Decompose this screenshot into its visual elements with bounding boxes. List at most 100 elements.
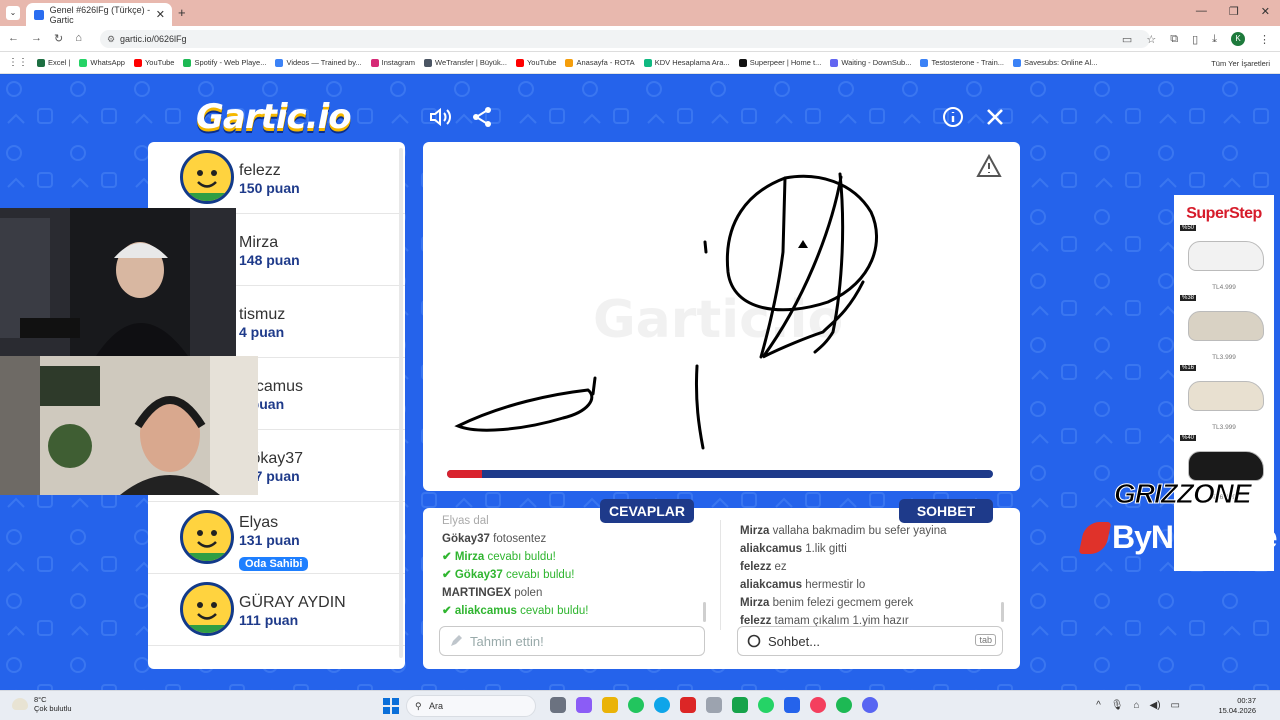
share-icon[interactable]: [470, 105, 494, 129]
guess-input[interactable]: Tahmin ettin!: [439, 626, 705, 656]
tab-close-icon[interactable]: ✕: [156, 8, 165, 21]
answers-scrollbar[interactable]: [703, 602, 706, 622]
weather-widget[interactable]: 8°C Çok bulutlu: [12, 695, 72, 713]
bookmark-item[interactable]: YouTube: [515, 58, 556, 67]
superstep-ad[interactable]: SuperStep %50 TL4.999 %38 TL3.999 %16 TL3.999…: [1174, 195, 1274, 571]
gartic-logo[interactable]: Gartic.io: [196, 97, 352, 137]
nav-buttons: ← → ↻ ⌂: [8, 32, 82, 45]
tray-chevron-icon[interactable]: ^: [1096, 700, 1101, 711]
download-icon[interactable]: ⤓: [1212, 33, 1217, 46]
edge-icon[interactable]: [654, 697, 670, 713]
exit-room-icon[interactable]: [983, 105, 1007, 129]
bookmark-item[interactable]: YouTube: [133, 58, 174, 67]
chrome-icon[interactable]: [628, 697, 644, 713]
back-icon[interactable]: ←: [8, 32, 19, 45]
spotify-icon[interactable]: [836, 697, 852, 713]
restore-icon[interactable]: ❐: [1229, 5, 1239, 18]
player-row[interactable]: felezz 150 puan: [148, 142, 405, 214]
ad-product[interactable]: %16 TL3.999: [1180, 365, 1268, 433]
cast-icon[interactable]: ▭: [1122, 33, 1132, 46]
bookmark-item[interactable]: Instagram: [370, 58, 415, 67]
apps-grid-icon[interactable]: ⋮⋮: [8, 57, 28, 68]
star-icon[interactable]: ☆: [1146, 33, 1156, 46]
all-bookmarks-link[interactable]: Tüm Yer İşaretleri: [1205, 59, 1270, 68]
battery-icon[interactable]: ▭: [1171, 700, 1180, 711]
message-user: felezz: [740, 561, 772, 573]
bookmark-item[interactable]: KDV Hesaplama Ara...: [643, 58, 730, 67]
chat-input[interactable]: Sohbet... tab: [737, 626, 1003, 656]
bookmark-label: WhatsApp: [90, 58, 125, 67]
minimize-icon[interactable]: —: [1196, 5, 1207, 18]
shoe-image: [1188, 381, 1264, 411]
bookmark-item[interactable]: Waiting - DownSub...: [830, 58, 911, 67]
webcam-overlay-top: [0, 208, 236, 356]
pencil-icon: [451, 635, 462, 646]
webcam-guest-image: [0, 356, 258, 495]
player-row[interactable]: GÜRAY AYDIN 111 puan: [148, 574, 405, 646]
ad-product[interactable]: %38 TL3.999: [1180, 295, 1268, 363]
profile-avatar[interactable]: K: [1231, 32, 1245, 46]
url-input[interactable]: ⚙ gartic.io/0626lFg: [100, 30, 1150, 48]
message-text: vallaha bakmadim bu sefer yayina: [772, 525, 947, 537]
bookmark-item[interactable]: Testosterone - Train...: [920, 58, 1004, 67]
file-explorer-icon[interactable]: [602, 697, 618, 713]
app-icon[interactable]: [810, 697, 826, 713]
bookmark-label: Superpeer | Home t...: [749, 58, 822, 67]
gartic-favicon-icon: [34, 9, 44, 20]
bookmark-label: Excel |: [48, 58, 71, 67]
windows-start-icon[interactable]: [383, 698, 399, 714]
message-text: cevabı buldu!: [487, 551, 556, 563]
bookmark-item[interactable]: Excel |: [37, 58, 70, 67]
copilot-icon[interactable]: [576, 697, 592, 713]
calculator-icon[interactable]: [706, 697, 722, 713]
taskbar-search[interactable]: ⚲ Ara: [406, 695, 536, 717]
bookmark-item[interactable]: WhatsApp: [79, 58, 125, 67]
browser-tab[interactable]: Genel #626lFg (Türkçe) - Gartic ✕: [26, 3, 172, 26]
chat-message: felezz ez: [740, 558, 1000, 576]
home-icon[interactable]: ⌂: [75, 32, 82, 45]
bookmark-item[interactable]: Spotify - Web Playe...: [183, 58, 266, 67]
settings-icon[interactable]: [784, 697, 800, 713]
bookmark-label: Testosterone - Train...: [931, 58, 1005, 67]
taskbar-clock[interactable]: 00:37 15.04.2026: [1218, 696, 1256, 716]
tab-search-icon[interactable]: ⌄: [6, 6, 20, 20]
bookmark-item[interactable]: Videos — Trained by...: [275, 58, 362, 67]
bookmark-label: Instagram: [381, 58, 415, 67]
task-view-icon[interactable]: [550, 697, 566, 713]
sound-icon[interactable]: [428, 105, 452, 129]
menu-icon[interactable]: ⋮: [1259, 33, 1270, 46]
volume-icon[interactable]: ◀): [1150, 700, 1161, 711]
chat-scrollbar[interactable]: [1001, 602, 1004, 622]
bookmark-item[interactable]: Anasayfa - ROTA: [565, 58, 635, 67]
player-name: Elyas: [239, 514, 279, 531]
ad-product[interactable]: %50 TL4.999: [1180, 225, 1268, 293]
netflix-icon[interactable]: [680, 697, 696, 713]
network-icon[interactable]: ⌂: [1133, 700, 1139, 711]
player-points: 131 puan: [239, 532, 300, 548]
whatsapp-icon[interactable]: [758, 697, 774, 713]
drawing-canvas[interactable]: Gartic.io: [423, 142, 1020, 491]
player-points: 111 puan: [239, 612, 299, 628]
info-icon[interactable]: [941, 105, 965, 129]
bookmark-item[interactable]: Superpeer | Home t...: [738, 58, 822, 67]
answer-message: ✔ Gökay37 cevabı buldu!: [442, 566, 707, 584]
message-user: Elyas: [442, 515, 471, 527]
player-row[interactable]: Elyas 131 puan Oda Sahibi: [148, 502, 405, 574]
mic-icon[interactable]: 🎙: [1111, 700, 1124, 711]
message-text: ez: [774, 561, 787, 573]
bookmark-item[interactable]: Savesubs: Online Al...: [1013, 58, 1097, 67]
new-tab-button[interactable]: +: [178, 5, 186, 20]
site-info-icon[interactable]: ⚙: [107, 30, 115, 48]
report-warning-icon[interactable]: [976, 154, 1002, 178]
excel-icon[interactable]: [732, 697, 748, 713]
discord-icon[interactable]: [862, 697, 878, 713]
forward-icon[interactable]: →: [31, 32, 42, 45]
correct-check-icon: ✔: [442, 569, 455, 581]
close-window-icon[interactable]: ✕: [1261, 5, 1270, 18]
chat-placeholder: Sohbet...: [768, 633, 821, 649]
reload-icon[interactable]: ↻: [54, 32, 63, 45]
extensions-icon[interactable]: ⧉: [1170, 33, 1178, 46]
sidebar-icon[interactable]: ▯: [1192, 33, 1198, 46]
url-text: gartic.io/0626lFg: [120, 34, 187, 44]
bookmark-item[interactable]: WeTransfer | Büyük...: [424, 58, 507, 67]
